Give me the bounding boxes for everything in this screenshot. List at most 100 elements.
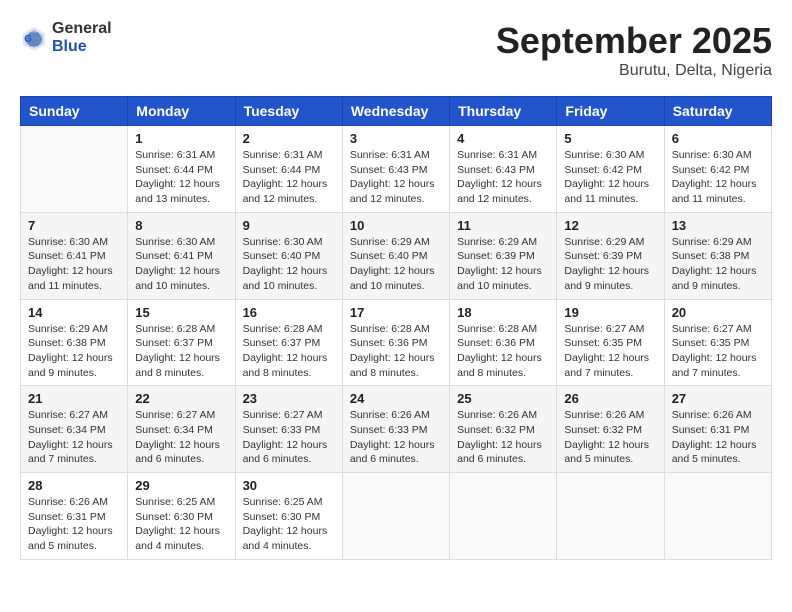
day-number: 15 — [135, 305, 227, 320]
day-info: Sunrise: 6:30 AMSunset: 6:42 PMDaylight:… — [672, 148, 764, 207]
weekday-header-thursday: Thursday — [450, 97, 557, 126]
day-number: 17 — [350, 305, 442, 320]
calendar-cell: 28 Sunrise: 6:26 AMSunset: 6:31 PMDayligh… — [21, 473, 128, 560]
day-info: Sunrise: 6:29 AMSunset: 6:40 PMDaylight:… — [350, 235, 442, 294]
day-number: 10 — [350, 218, 442, 233]
calendar-week-row: 28 Sunrise: 6:26 AMSunset: 6:31 PMDayligh… — [21, 473, 772, 560]
calendar-cell: 24Sunrise: 6:26 AMSunset: 6:33 PMDayligh… — [342, 386, 449, 473]
calendar-cell: 1 Sunrise: 6:31 AMSunset: 6:44 PMDaylight… — [128, 126, 235, 213]
calendar-cell: 21 Sunrise: 6:27 AMSunset: 6:34 PMDayligh… — [21, 386, 128, 473]
day-number: 27 — [672, 391, 764, 406]
calendar-cell: 19Sunrise: 6:27 AMSunset: 6:35 PMDayligh… — [557, 299, 664, 386]
day-number: 23 — [243, 391, 335, 406]
weekday-header-tuesday: Tuesday — [235, 97, 342, 126]
day-info: Sunrise: 6:31 AMSunset: 6:43 PMDaylight:… — [350, 148, 442, 207]
calendar-cell: 4Sunrise: 6:31 AMSunset: 6:43 PMDaylight… — [450, 126, 557, 213]
day-info: Sunrise: 6:26 AMSunset: 6:31 PMDaylight:… — [28, 495, 120, 554]
day-info: Sunrise: 6:31 AMSunset: 6:44 PMDaylight:… — [135, 148, 227, 207]
day-info: Sunrise: 6:29 AMSunset: 6:38 PMDaylight:… — [672, 235, 764, 294]
calendar-cell: 15 Sunrise: 6:28 AMSunset: 6:37 PMDayligh… — [128, 299, 235, 386]
logo-general-text: General — [52, 20, 112, 37]
calendar-cell — [557, 473, 664, 560]
calendar-cell — [664, 473, 771, 560]
weekday-header-row: SundayMondayTuesdayWednesdayThursdayFrid… — [21, 97, 772, 126]
day-number: 30 — [243, 478, 335, 493]
day-info: Sunrise: 6:27 AMSunset: 6:33 PMDaylight:… — [243, 408, 335, 467]
calendar-cell: 17 Sunrise: 6:28 AMSunset: 6:36 PMDayligh… — [342, 299, 449, 386]
calendar-cell — [450, 473, 557, 560]
calendar-cell: 18 Sunrise: 6:28 AMSunset: 6:36 PMDayligh… — [450, 299, 557, 386]
day-number: 13 — [672, 218, 764, 233]
calendar-cell: 20Sunrise: 6:27 AMSunset: 6:35 PMDayligh… — [664, 299, 771, 386]
day-number: 21 — [28, 391, 120, 406]
calendar-table: SundayMondayTuesdayWednesdayThursdayFrid… — [20, 96, 772, 560]
day-info: Sunrise: 6:26 AMSunset: 6:33 PMDaylight:… — [350, 408, 442, 467]
weekday-header-sunday: Sunday — [21, 97, 128, 126]
day-info: Sunrise: 6:26 AMSunset: 6:32 PMDaylight:… — [457, 408, 549, 467]
calendar-cell: 3 Sunrise: 6:31 AMSunset: 6:43 PMDaylight… — [342, 126, 449, 213]
calendar-week-row: 14 Sunrise: 6:29 AMSunset: 6:38 PMDayligh… — [21, 299, 772, 386]
calendar-cell — [342, 473, 449, 560]
day-number: 22 — [135, 391, 227, 406]
day-number: 8 — [135, 218, 227, 233]
calendar-cell: 12Sunrise: 6:29 AMSunset: 6:39 PMDayligh… — [557, 212, 664, 299]
day-number: 7 — [28, 218, 120, 233]
day-number: 11 — [457, 218, 549, 233]
day-info: Sunrise: 6:29 AMSunset: 6:38 PMDaylight:… — [28, 322, 120, 381]
calendar-cell: 9 Sunrise: 6:30 AMSunset: 6:40 PMDaylight… — [235, 212, 342, 299]
day-number: 25 — [457, 391, 549, 406]
calendar-week-row: 7 Sunrise: 6:30 AMSunset: 6:41 PMDaylight… — [21, 212, 772, 299]
calendar-cell: 29 Sunrise: 6:25 AMSunset: 6:30 PMDayligh… — [128, 473, 235, 560]
day-number: 29 — [135, 478, 227, 493]
day-info: Sunrise: 6:26 AMSunset: 6:31 PMDaylight:… — [672, 408, 764, 467]
calendar-cell: 13 Sunrise: 6:29 AMSunset: 6:38 PMDayligh… — [664, 212, 771, 299]
day-info: Sunrise: 6:27 AMSunset: 6:34 PMDaylight:… — [135, 408, 227, 467]
weekday-header-friday: Friday — [557, 97, 664, 126]
day-number: 1 — [135, 131, 227, 146]
day-info: Sunrise: 6:30 AMSunset: 6:42 PMDaylight:… — [564, 148, 656, 207]
day-info: Sunrise: 6:25 AMSunset: 6:30 PMDaylight:… — [135, 495, 227, 554]
day-info: Sunrise: 6:31 AMSunset: 6:44 PMDaylight:… — [243, 148, 335, 207]
day-info: Sunrise: 6:28 AMSunset: 6:36 PMDaylight:… — [350, 322, 442, 381]
calendar-cell — [21, 126, 128, 213]
logo-blue-text: Blue — [52, 38, 87, 55]
day-number: 16 — [243, 305, 335, 320]
calendar-cell: 8 Sunrise: 6:30 AMSunset: 6:41 PMDaylight… — [128, 212, 235, 299]
day-info: Sunrise: 6:26 AMSunset: 6:32 PMDaylight:… — [564, 408, 656, 467]
weekday-header-wednesday: Wednesday — [342, 97, 449, 126]
calendar-week-row: 1 Sunrise: 6:31 AMSunset: 6:44 PMDaylight… — [21, 126, 772, 213]
day-number: 6 — [672, 131, 764, 146]
day-number: 20 — [672, 305, 764, 320]
logo-icon: G — [20, 24, 48, 52]
day-info: Sunrise: 6:30 AMSunset: 6:41 PMDaylight:… — [135, 235, 227, 294]
calendar-cell: 23 Sunrise: 6:27 AMSunset: 6:33 PMDayligh… — [235, 386, 342, 473]
weekday-header-saturday: Saturday — [664, 97, 771, 126]
day-number: 28 — [28, 478, 120, 493]
day-info: Sunrise: 6:29 AMSunset: 6:39 PMDaylight:… — [564, 235, 656, 294]
day-info: Sunrise: 6:27 AMSunset: 6:34 PMDaylight:… — [28, 408, 120, 467]
day-info: Sunrise: 6:29 AMSunset: 6:39 PMDaylight:… — [457, 235, 549, 294]
calendar-cell: 25 Sunrise: 6:26 AMSunset: 6:32 PMDayligh… — [450, 386, 557, 473]
logo: G General Blue — [20, 20, 112, 56]
day-number: 26 — [564, 391, 656, 406]
day-number: 3 — [350, 131, 442, 146]
calendar-cell: 26 Sunrise: 6:26 AMSunset: 6:32 PMDayligh… — [557, 386, 664, 473]
day-number: 14 — [28, 305, 120, 320]
day-number: 18 — [457, 305, 549, 320]
day-info: Sunrise: 6:28 AMSunset: 6:37 PMDaylight:… — [243, 322, 335, 381]
page-header: G General Blue September 2025 Burutu, De… — [20, 20, 772, 80]
weekday-header-monday: Monday — [128, 97, 235, 126]
logo-text: General Blue — [52, 20, 112, 56]
calendar-cell: 27 Sunrise: 6:26 AMSunset: 6:31 PMDayligh… — [664, 386, 771, 473]
calendar-cell: 22 Sunrise: 6:27 AMSunset: 6:34 PMDayligh… — [128, 386, 235, 473]
calendar-cell: 6 Sunrise: 6:30 AMSunset: 6:42 PMDaylight… — [664, 126, 771, 213]
calendar-cell: 30Sunrise: 6:25 AMSunset: 6:30 PMDayligh… — [235, 473, 342, 560]
day-number: 19 — [564, 305, 656, 320]
day-info: Sunrise: 6:28 AMSunset: 6:36 PMDaylight:… — [457, 322, 549, 381]
day-number: 9 — [243, 218, 335, 233]
calendar-cell: 10 Sunrise: 6:29 AMSunset: 6:40 PMDayligh… — [342, 212, 449, 299]
calendar-cell: 16 Sunrise: 6:28 AMSunset: 6:37 PMDayligh… — [235, 299, 342, 386]
day-info: Sunrise: 6:30 AMSunset: 6:40 PMDaylight:… — [243, 235, 335, 294]
title-block: September 2025 Burutu, Delta, Nigeria — [496, 20, 772, 80]
day-info: Sunrise: 6:28 AMSunset: 6:37 PMDaylight:… — [135, 322, 227, 381]
